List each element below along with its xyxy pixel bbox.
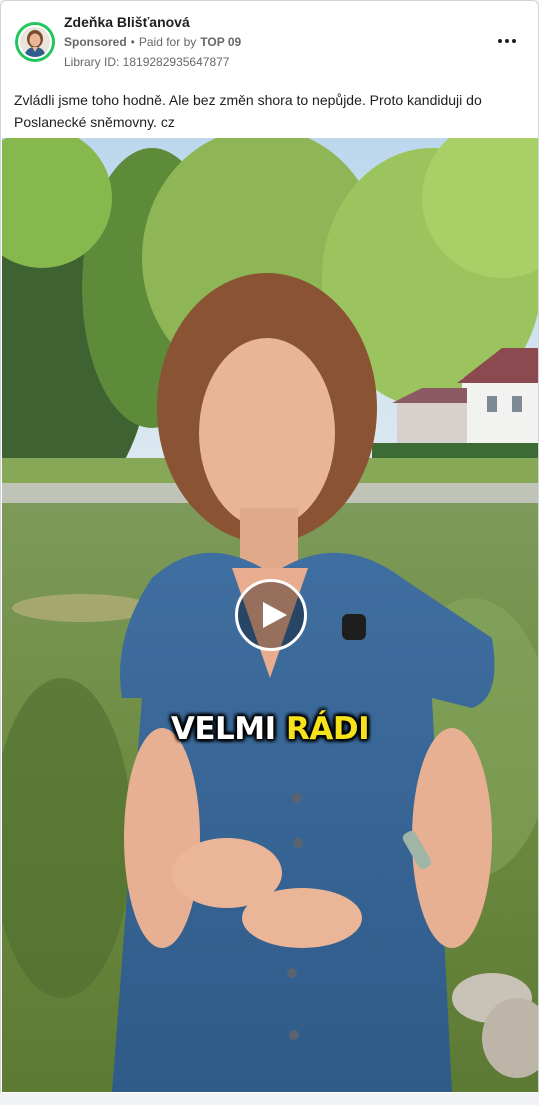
ad-header: Zdeňka Blišťanová Sponsored • Paid for b… bbox=[1, 1, 538, 81]
payer-name[interactable]: TOP 09 bbox=[200, 35, 241, 49]
sponsored-meta: Sponsored • Paid for by TOP 09 bbox=[64, 35, 241, 49]
video-caption: VELMI RÁDI bbox=[2, 711, 538, 747]
caption-word-yellow: RÁDI bbox=[285, 711, 370, 747]
play-icon bbox=[262, 602, 287, 628]
page-background-strip bbox=[0, 1093, 539, 1105]
library-id: Library ID: 1819282935647877 bbox=[64, 55, 230, 69]
ad-card: Zdeňka Blišťanová Sponsored • Paid for b… bbox=[0, 0, 539, 1101]
more-horizontal-icon bbox=[498, 39, 502, 43]
play-button[interactable] bbox=[235, 579, 307, 651]
page-name-link[interactable]: Zdeňka Blišťanová bbox=[64, 14, 190, 30]
profile-avatar[interactable] bbox=[15, 22, 55, 62]
more-options-button[interactable] bbox=[491, 29, 523, 53]
paid-for-prefix: Paid for by bbox=[138, 35, 197, 49]
meta-separator: • bbox=[130, 35, 135, 49]
sponsored-label: Sponsored bbox=[64, 35, 127, 49]
video-player[interactable]: VELMI RÁDI bbox=[2, 138, 538, 1092]
avatar-image bbox=[18, 25, 52, 59]
caption-word-white: VELMI bbox=[170, 711, 276, 747]
ad-body-text: Zvládli jsme toho hodně. Ale bez změn sh… bbox=[14, 92, 482, 130]
